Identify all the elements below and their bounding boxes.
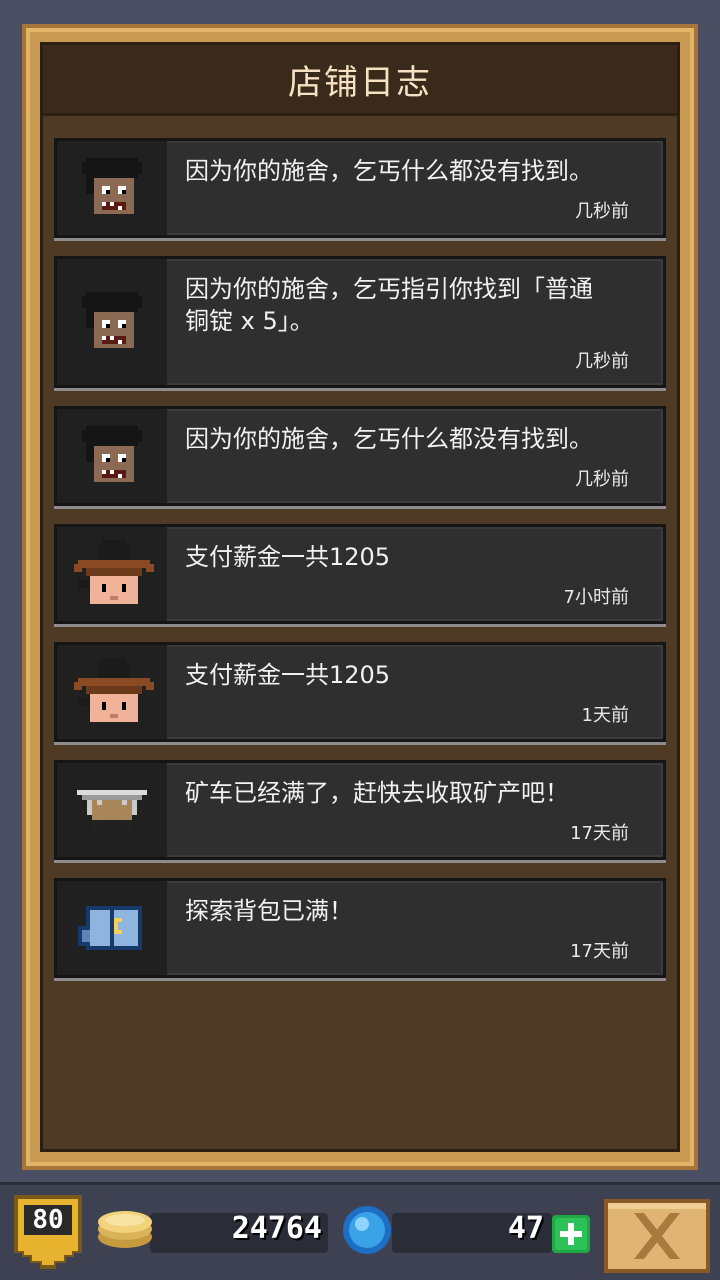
add-gem-button[interactable] (552, 1215, 590, 1253)
title-bar: 店铺日志 (43, 45, 677, 116)
page-title: 店铺日志 (288, 62, 432, 103)
avatar (57, 259, 167, 385)
log-content: 因为你的施舍，乞丐什么都没有找到。 几秒前 (167, 141, 663, 235)
log-time: 17天前 (570, 941, 629, 962)
log-content: 支付薪金一共1205 1天前 (167, 645, 663, 739)
avatar (57, 409, 167, 503)
cowboy-hat-worker-icon (74, 540, 154, 604)
log-message: 支付薪金一共1205 (185, 661, 391, 689)
log-item: 因为你的施舍，乞丐什么都没有找到。 几秒前 (54, 406, 666, 506)
log-content: 因为你的施舍，乞丐什么都没有找到。 几秒前 (167, 409, 663, 503)
log-list[interactable]: 因为你的施舍，乞丐什么都没有找到。 几秒前 因为你的施舍，乞丐指引你找到「普通 … (54, 138, 666, 996)
log-time: 几秒前 (575, 351, 629, 372)
backpack-icon (78, 906, 142, 950)
blue-gem-icon (343, 1206, 391, 1254)
coin-count: 24764 (231, 1211, 322, 1246)
gem-count: 47 (507, 1211, 544, 1246)
log-item: 因为你的施舍，乞丐什么都没有找到。 几秒前 (54, 138, 666, 238)
avatar (57, 645, 167, 739)
log-time: 1天前 (581, 705, 629, 726)
coin-stack-icon (98, 1211, 152, 1248)
beggar-icon (82, 158, 142, 214)
log-content: 因为你的施舍，乞丐指引你找到「普通 铜锭 x 5」。 几秒前 (167, 259, 663, 385)
log-content: 探索背包已满！ 17天前 (167, 881, 663, 975)
avatar (57, 141, 167, 235)
log-message: 因为你的施舍，乞丐什么都没有找到。 (185, 157, 593, 185)
log-message: 矿车已经满了，赶快去收取矿产吧！ (185, 779, 569, 807)
log-message: 探索背包已满！ (185, 897, 353, 925)
avatar (57, 527, 167, 621)
log-time: 几秒前 (575, 201, 629, 222)
log-item: 因为你的施舍，乞丐指引你找到「普通 铜锭 x 5」。 几秒前 (54, 256, 666, 388)
log-content: 矿车已经满了，赶快去收取矿产吧！ 17天前 (167, 763, 663, 857)
resource-bar: 80 24764 47 (0, 1182, 720, 1280)
log-message: 支付薪金一共1205 (185, 543, 391, 571)
log-time: 几秒前 (575, 469, 629, 490)
mine-cart-icon (77, 790, 147, 830)
beggar-icon (82, 292, 142, 348)
log-item: 支付薪金一共1205 7小时前 (54, 524, 666, 624)
log-time: 7小时前 (563, 587, 629, 608)
level-value: 80 (32, 1205, 64, 1235)
beggar-icon (82, 426, 142, 482)
avatar (57, 881, 167, 975)
log-content: 支付薪金一共1205 7小时前 (167, 527, 663, 621)
log-message: 因为你的施舍，乞丐指引你找到「普通 铜锭 x 5」。 (185, 275, 593, 335)
log-item: 支付薪金一共1205 1天前 (54, 642, 666, 742)
log-time: 17天前 (570, 823, 629, 844)
cowboy-hat-worker-icon (74, 658, 154, 722)
avatar (57, 763, 167, 857)
close-button[interactable] (604, 1199, 710, 1273)
log-item: 矿车已经满了，赶快去收取矿产吧！ 17天前 (54, 760, 666, 860)
log-message: 因为你的施舍，乞丐什么都没有找到。 (185, 425, 593, 453)
log-item: 探索背包已满！ 17天前 (54, 878, 666, 978)
